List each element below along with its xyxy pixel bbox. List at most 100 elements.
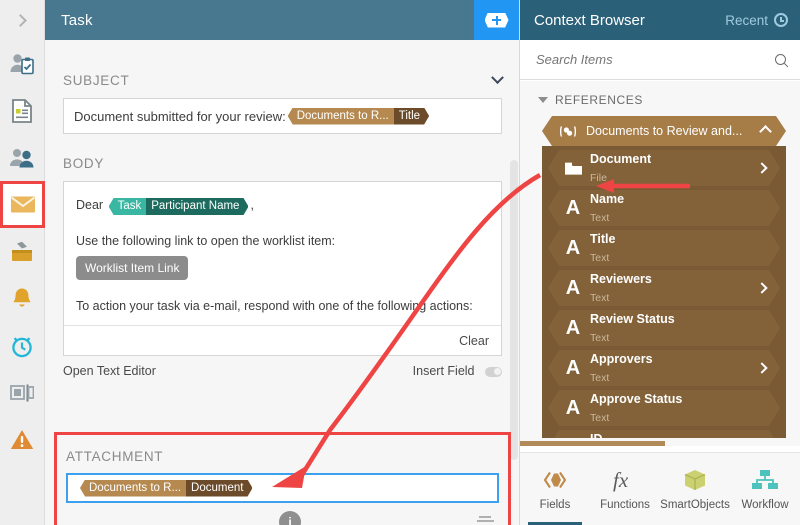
subject-smartfield-pill[interactable]: Documents to R... Title — [288, 108, 429, 125]
letter-a-icon: A — [562, 198, 584, 218]
attachment-pill-context: Documents to R... — [80, 480, 186, 497]
rail-item-timers[interactable] — [0, 322, 44, 369]
list-item-type: Text — [590, 412, 609, 424]
list-item[interactable]: A Approvers Text — [548, 350, 780, 386]
smartobject-icon — [558, 124, 578, 139]
rail-item-notifications[interactable] — [0, 275, 44, 322]
list-item-name: ID — [590, 432, 603, 438]
chevron-up-icon[interactable] — [759, 125, 772, 138]
tab-functions[interactable]: fx Functions — [590, 453, 660, 525]
cube-icon — [677, 468, 713, 492]
list-item-text: Approvers Text — [590, 350, 653, 386]
list-item-name: Name — [590, 192, 624, 206]
task-configuration-panel: Task SUBJECT Document submitted for your… — [45, 0, 520, 525]
smartobject-node-documents-to-review[interactable]: Documents to Review and... — [542, 116, 786, 146]
tab-fields[interactable]: Fields — [520, 453, 590, 525]
body-clear-button[interactable]: Clear — [459, 334, 489, 348]
list-item[interactable]: A Reviewers Text — [548, 270, 780, 306]
chevron-right-icon[interactable] — [756, 162, 767, 173]
tab-smartobjects[interactable]: SmartObjects — [660, 453, 730, 525]
list-item[interactable]: Document File — [548, 150, 780, 186]
bell-icon — [11, 287, 33, 311]
toggle-off-icon[interactable] — [485, 367, 502, 377]
letter-a-icon: A — [562, 398, 584, 418]
context-browser-search-row[interactable] — [520, 40, 800, 80]
list-item-name: Title — [590, 232, 615, 246]
list-item[interactable]: 1 2 3 ID Number — [548, 430, 780, 438]
task-panel-header: Task — [45, 0, 519, 40]
rail-item-email[interactable] — [0, 181, 45, 228]
rail-collapse-button[interactable] — [0, 0, 44, 40]
users-icon — [9, 148, 35, 168]
attachment-extras: i — [57, 507, 508, 525]
triangle-down-icon — [538, 97, 548, 103]
letter-a-icon: A — [562, 238, 584, 258]
list-item-text: Name Text — [590, 190, 624, 226]
recent-label: Recent — [725, 13, 768, 28]
body-field[interactable]: Dear Task Participant Name , Use the fol… — [63, 181, 502, 356]
list-item-name: Document — [590, 152, 651, 166]
rail-item-forms[interactable] — [0, 87, 44, 134]
insert-field-control[interactable]: Insert Field — [413, 364, 502, 378]
references-group-header[interactable]: REFERENCES — [520, 81, 800, 116]
rail-item-archive[interactable] — [0, 228, 44, 275]
body-greeting-prefix: Dear — [76, 198, 103, 212]
task-panel-scrollbar[interactable] — [510, 160, 518, 460]
tab-functions-label: Functions — [600, 499, 650, 511]
info-badge-icon[interactable]: i — [279, 511, 301, 525]
search-icon[interactable] — [773, 52, 789, 68]
list-item[interactable]: A Name Text — [548, 190, 780, 226]
list-item[interactable]: A Approve Status Text — [548, 390, 780, 426]
subject-pill-field: Title — [394, 108, 429, 125]
context-browser-horizontal-scrollbar[interactable] — [520, 441, 665, 446]
alarm-clock-icon — [10, 334, 34, 358]
subject-input[interactable]: Document submitted for your review: Docu… — [64, 99, 501, 133]
tab-workflow[interactable]: Workflow — [730, 453, 800, 525]
chevron-right-icon — [14, 14, 27, 27]
list-item-text: ID Number — [590, 430, 627, 438]
rail-item-participants[interactable] — [0, 134, 44, 181]
open-text-editor-link[interactable]: Open Text Editor — [63, 364, 156, 378]
tab-fields-label: Fields — [540, 499, 571, 511]
subject-text: Document submitted for your review: — [74, 109, 286, 124]
subject-field[interactable]: Document submitted for your review: Docu… — [63, 98, 502, 134]
rail-item-panels[interactable] — [0, 369, 44, 416]
recent-button[interactable]: Recent — [725, 13, 788, 28]
resize-grip-icon[interactable] — [477, 516, 494, 524]
body-editor-content[interactable]: Dear Task Participant Name , Use the fol… — [64, 182, 501, 315]
letter-a-icon: A — [562, 358, 584, 378]
worklist-item-link-chip[interactable]: Worklist Item Link — [76, 256, 188, 280]
task-panel-body: SUBJECT Document submitted for your revi… — [45, 40, 520, 525]
list-item-name: Review Status — [590, 312, 675, 326]
list-item-name: Approve Status — [590, 392, 682, 406]
insert-field-label: Insert Field — [413, 364, 475, 378]
list-item[interactable]: A Review Status Text — [548, 310, 780, 346]
references-group-label: REFERENCES — [555, 93, 643, 107]
workflow-designer-screen: Task SUBJECT Document submitted for your… — [0, 0, 800, 525]
subject-label: SUBJECT — [45, 73, 129, 88]
layout-icon — [10, 384, 34, 402]
list-item-text: Document File — [590, 150, 651, 186]
attachment-smartfield-pill[interactable]: Documents to R... Document — [80, 480, 252, 497]
chevron-down-icon[interactable] — [491, 71, 504, 84]
rail-item-escalations[interactable] — [0, 416, 44, 463]
list-item[interactable]: A Title Text — [548, 230, 780, 266]
list-item-type: Text — [590, 292, 609, 304]
folder-icon — [562, 161, 584, 176]
search-input[interactable] — [534, 51, 734, 68]
attachment-section: ATTACHMENT Documents to R... Document i — [54, 432, 511, 525]
tab-workflow-label: Workflow — [741, 499, 788, 511]
attachment-pill-field: Document — [186, 480, 252, 497]
body-participant-pill[interactable]: Task Participant Name — [109, 198, 249, 215]
context-browser-tree: REFERENCES Documents to Review and... — [520, 81, 800, 446]
workflow-icon — [747, 468, 783, 492]
list-item-name: Reviewers — [590, 272, 652, 286]
add-task-button[interactable] — [474, 0, 519, 40]
attachment-input[interactable]: Documents to R... Document — [66, 473, 499, 503]
chevron-right-icon[interactable] — [756, 362, 767, 373]
rail-item-tasks[interactable] — [0, 40, 44, 87]
list-item-type: Text — [590, 212, 609, 224]
context-browser-panel: Context Browser Recent REFERENCES — [520, 0, 800, 525]
tab-smartobjects-label: SmartObjects — [660, 499, 730, 511]
chevron-right-icon[interactable] — [756, 282, 767, 293]
